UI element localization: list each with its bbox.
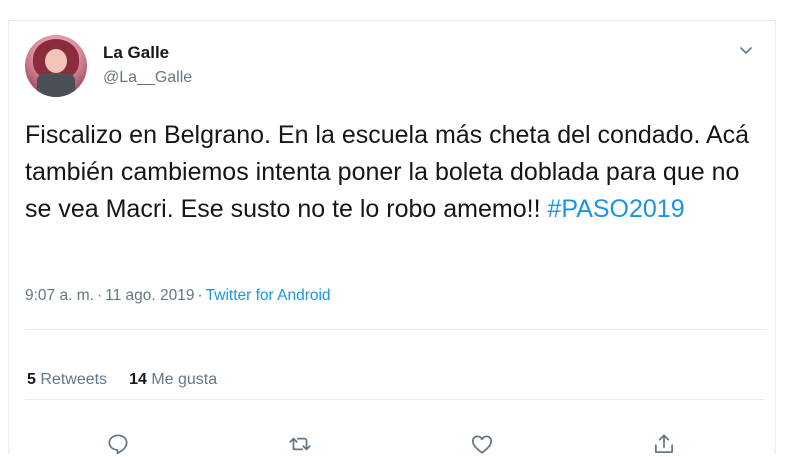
retweets-count: 5 [27,371,36,388]
author-handle[interactable]: @La__Galle [103,69,192,87]
author-name[interactable]: La Galle [103,43,169,63]
share-icon[interactable] [651,431,677,457]
heart-icon[interactable] [469,431,495,457]
hashtag-link[interactable]: #PASO2019 [547,195,684,223]
meta-separator: · [197,287,203,304]
retweets-stat[interactable]: 5 Retweets [27,371,107,389]
chevron-down-icon[interactable] [737,41,755,59]
reply-icon[interactable] [105,431,131,457]
avatar[interactable] [25,35,87,97]
divider [25,329,765,330]
divider [25,399,765,400]
tweet-card: La Galle @La__Galle Fiscalizo en Belgran… [8,20,776,457]
avatar-body [37,73,75,97]
retweets-label: Retweets [40,371,108,388]
tweet-time[interactable]: 9:07 a. m. [25,287,94,304]
tweet-date[interactable]: 11 ago. 2019 [105,287,194,304]
likes-count: 14 [129,371,147,388]
engagement-stats: 5 Retweets 14 Me gusta [27,371,239,389]
meta-separator: · [96,287,103,304]
likes-label: Me gusta [151,371,218,388]
retweet-icon[interactable] [287,431,313,457]
tweet-meta: 9:07 a. m. · 11 ago. 2019 · Twitter for Andr… [25,287,331,305]
avatar-face [45,49,67,73]
likes-stat[interactable]: 14 Me gusta [129,371,217,389]
tweet-text: Fiscalizo en Belgrano. En la escuela más… [25,117,765,228]
tweet-source-link[interactable]: Twitter for Android [206,287,331,304]
